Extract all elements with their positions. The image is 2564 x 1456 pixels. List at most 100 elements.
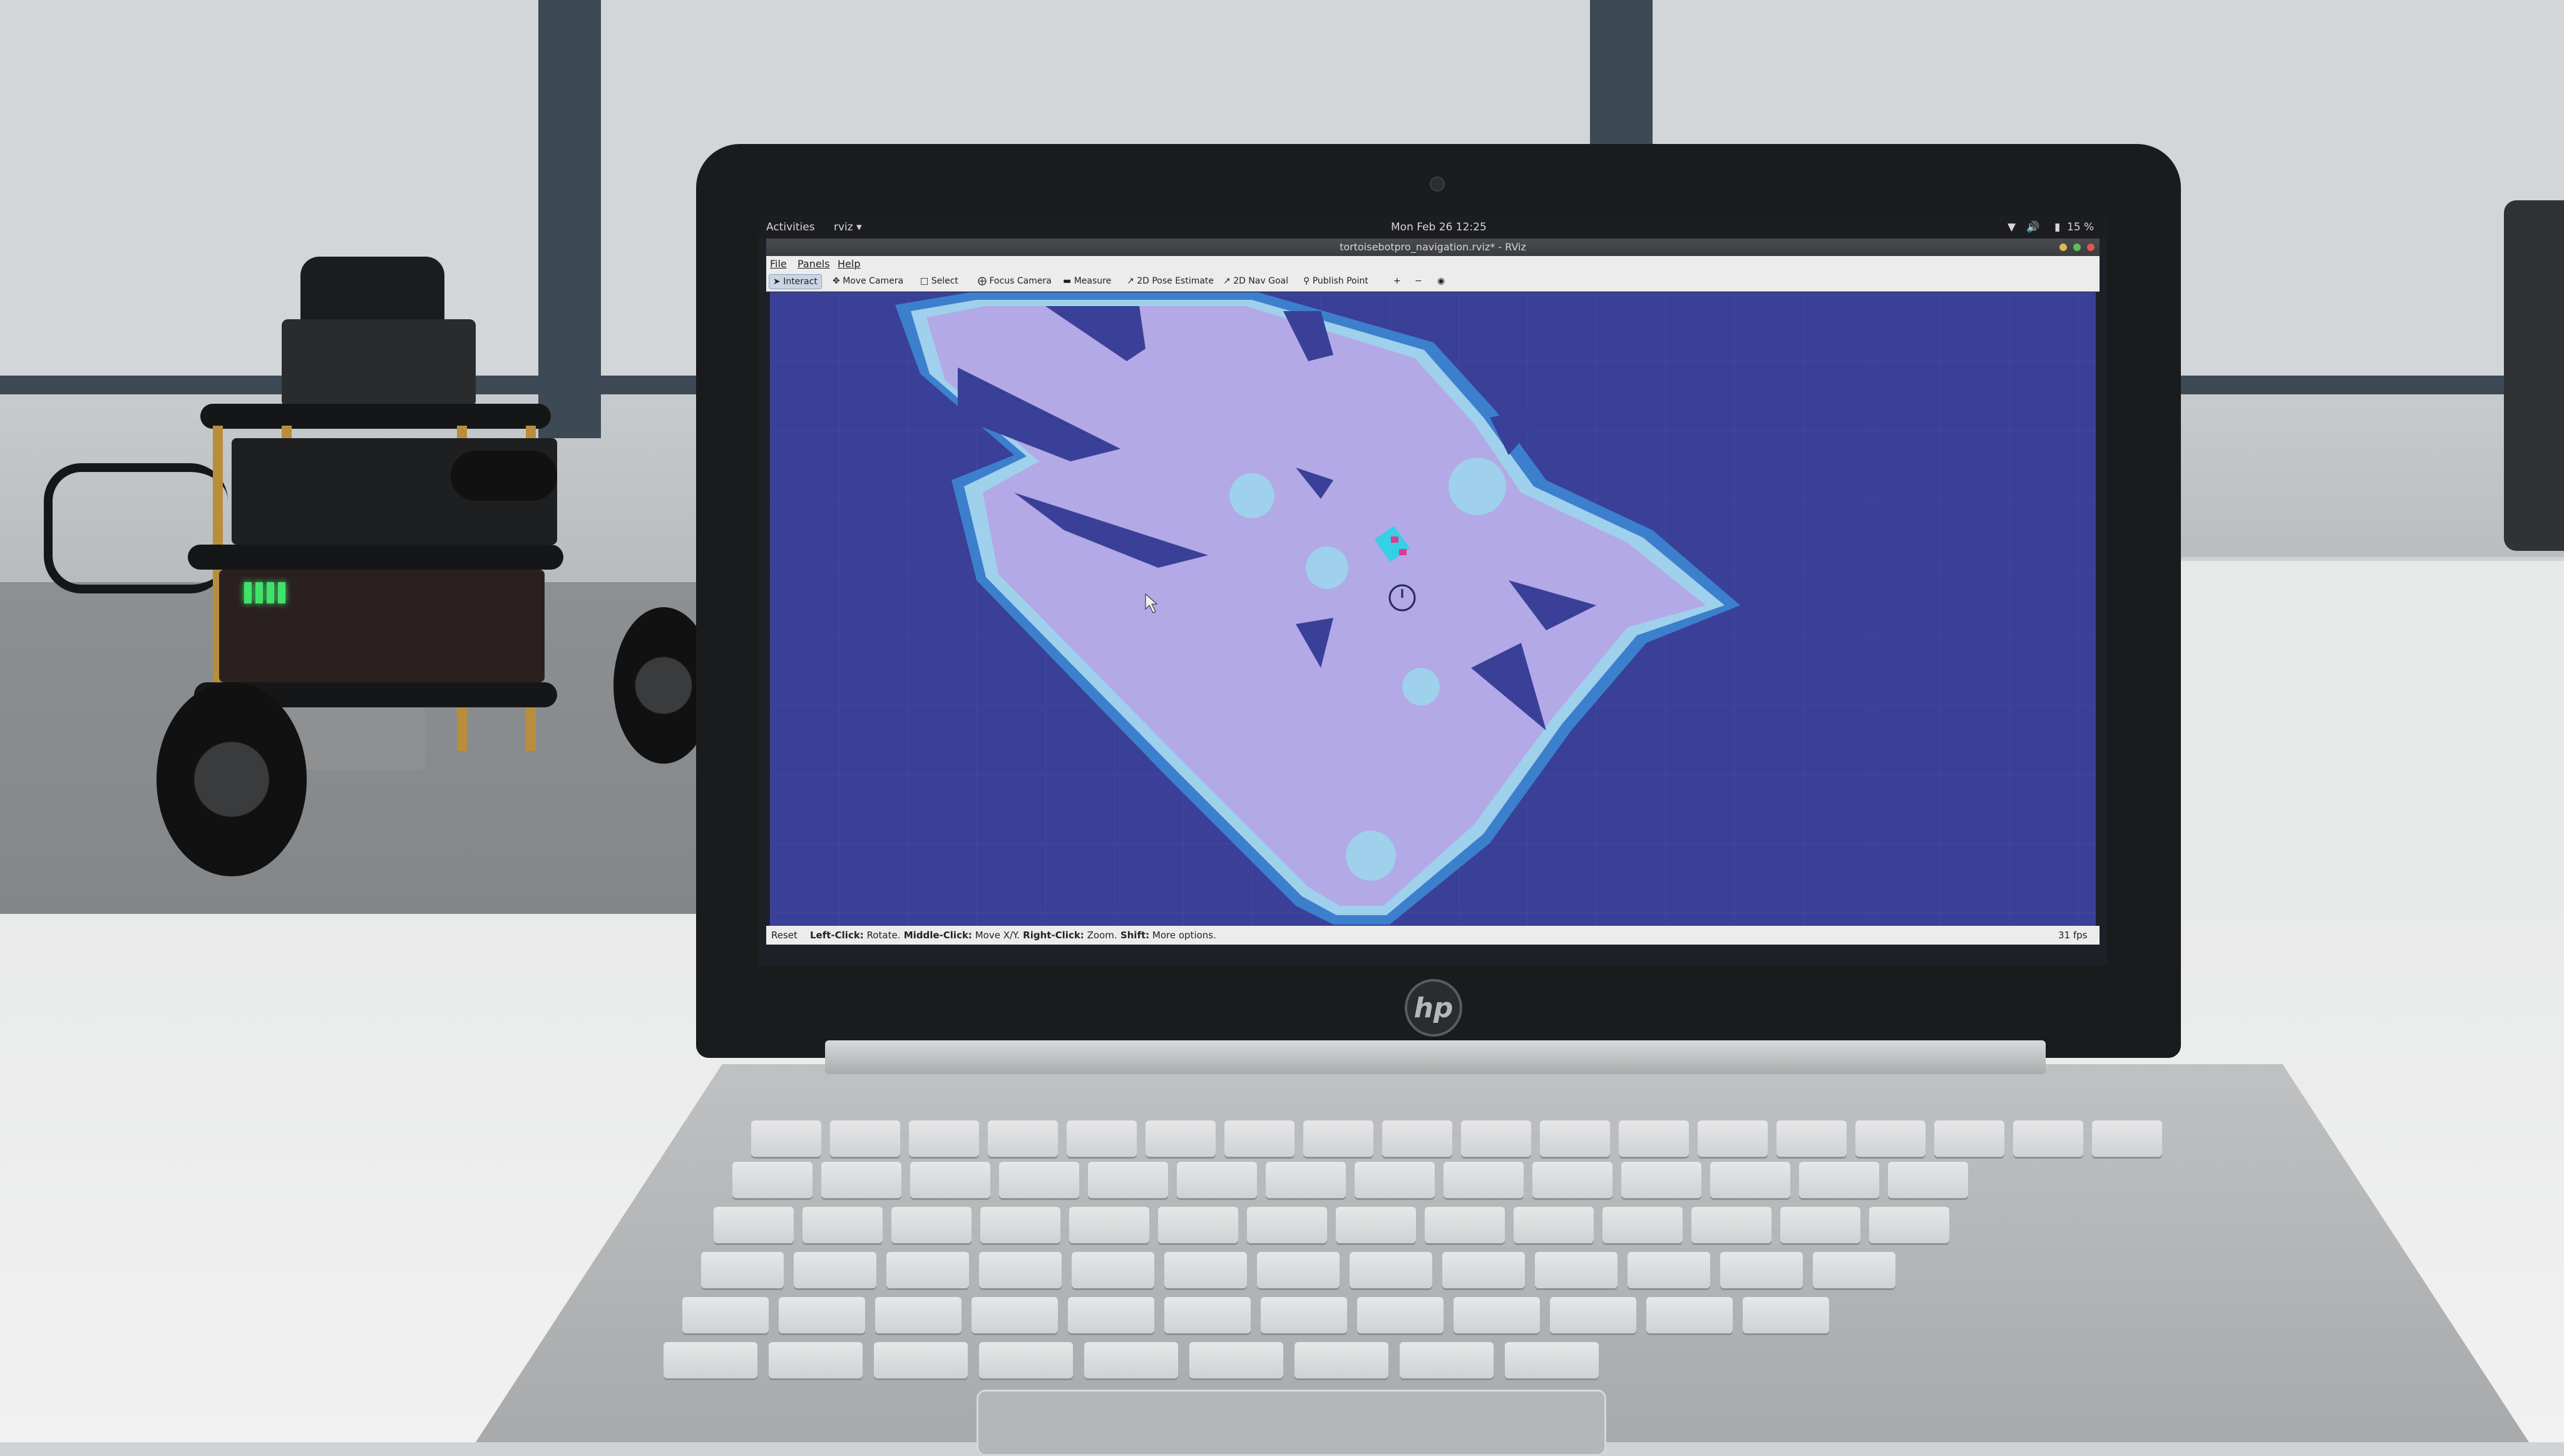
add-tool-button[interactable]: + — [1390, 274, 1405, 288]
ruler-icon: ▬ — [1063, 276, 1072, 286]
menu-panels[interactable]: Panels — [797, 258, 830, 270]
keyboard-key — [980, 1207, 1060, 1243]
keyboard-key — [1646, 1297, 1733, 1333]
robot-middle-plate — [188, 545, 563, 570]
activities-button[interactable]: Activities — [766, 221, 815, 233]
middle-click-action: Move X/Y. — [972, 930, 1020, 941]
keyboard-key — [1540, 1120, 1610, 1157]
select-tool[interactable]: □ Select — [916, 274, 962, 288]
keyboard-key — [1855, 1120, 1926, 1157]
keyboard-key — [979, 1342, 1073, 1378]
keyboard-key — [1799, 1162, 1879, 1198]
keyboard-key — [1621, 1162, 1701, 1198]
battery-level[interactable]: 15 % — [2067, 221, 2094, 233]
keyboard-key — [2092, 1120, 2162, 1157]
battery-icon[interactable]: ▮ — [2054, 221, 2060, 233]
clock[interactable]: Mon Feb 26 12:25 — [1391, 221, 1487, 233]
keyboard-key — [821, 1162, 901, 1198]
keyboard-key — [1247, 1207, 1327, 1243]
maximize-button[interactable] — [2073, 244, 2081, 251]
keyboard-key — [1780, 1207, 1860, 1243]
keyboard-key — [1535, 1252, 1618, 1288]
left-click-action: Rotate. — [863, 930, 901, 941]
robot-cable — [44, 463, 228, 593]
keyboard-key — [988, 1120, 1058, 1157]
keyboard-key — [1295, 1342, 1388, 1378]
keyboard-key — [910, 1162, 990, 1198]
minimize-button[interactable] — [2059, 244, 2067, 251]
keyboard-key — [1068, 1297, 1154, 1333]
robot-camera — [451, 451, 557, 501]
volume-icon[interactable]: 🔊 — [2026, 221, 2039, 233]
keyboard-key — [1454, 1297, 1540, 1333]
nav-goal-tool[interactable]: ↗ 2D Nav Goal — [1219, 274, 1292, 288]
keyboard-key — [1813, 1252, 1895, 1288]
laptop-hinge — [825, 1040, 2046, 1074]
eye-icon[interactable]: ◉ — [1433, 274, 1449, 288]
keyboard-key — [891, 1207, 972, 1243]
keyboard-key — [1425, 1207, 1505, 1243]
select-icon: □ — [920, 276, 929, 286]
reset-button[interactable]: Reset — [771, 930, 797, 941]
keyboard-key — [1698, 1120, 1768, 1157]
battery-indicator — [267, 582, 274, 603]
map-display[interactable] — [770, 292, 2096, 926]
battery-indicator — [278, 582, 285, 603]
keyboard-key — [701, 1252, 784, 1288]
keyboard-key — [1261, 1297, 1347, 1333]
focus-camera-tool[interactable]: ⨁ Focus Camera — [974, 274, 1055, 288]
keyboard-key — [1505, 1342, 1599, 1378]
measure-tool[interactable]: ▬ Measure — [1059, 274, 1115, 288]
app-menu[interactable]: rviz ▾ — [834, 221, 862, 233]
obstacle — [1402, 668, 1440, 705]
webcam-icon — [1430, 177, 1445, 192]
status-bar: Reset Left-Click: Rotate. Middle-Click: … — [766, 926, 2100, 945]
menu-file[interactable]: File — [770, 258, 787, 270]
remove-tool-button[interactable]: − — [1411, 274, 1426, 288]
keyboard-key — [1177, 1162, 1257, 1198]
publish-point-tool[interactable]: ⚲ Publish Point — [1300, 274, 1372, 288]
keyboard-key — [1350, 1252, 1432, 1288]
keyboard-key — [779, 1297, 865, 1333]
robot — [44, 250, 714, 889]
keyboard-key — [1146, 1120, 1216, 1157]
robot-top-plate — [200, 404, 551, 429]
interact-tool[interactable]: ➤ Interact — [769, 274, 822, 289]
shift-key: Shift: — [1117, 930, 1150, 941]
window-titlebar[interactable]: tortoisebotpro_navigation.rviz* - RViz — [766, 238, 2100, 256]
keyboard-key — [732, 1162, 813, 1198]
wifi-icon[interactable]: ▼ — [2008, 221, 2016, 233]
goal-arrow-icon: ↗ — [1223, 276, 1231, 286]
3d-viewport[interactable] — [770, 292, 2096, 926]
keyboard-key — [1777, 1120, 1847, 1157]
interact-label: Interact — [783, 277, 818, 287]
keyboard-key — [1072, 1252, 1154, 1288]
keyboard-key — [1442, 1252, 1525, 1288]
publish-point-label: Publish Point — [1312, 276, 1368, 286]
keyboard-key — [1303, 1120, 1373, 1157]
fps-counter: 31 fps — [2058, 930, 2088, 941]
lidar-sensor — [300, 257, 444, 326]
keyboard-key — [1691, 1207, 1772, 1243]
keyboard-key — [714, 1207, 794, 1243]
obstacle — [1449, 458, 1506, 515]
keyboard-key — [886, 1252, 969, 1288]
keyboard-key — [1257, 1252, 1340, 1288]
select-label: Select — [931, 276, 958, 286]
keyboard-key — [1088, 1162, 1168, 1198]
wall-divider — [1590, 0, 1653, 150]
keyboard-key — [2013, 1120, 2083, 1157]
pose-estimate-label: 2D Pose Estimate — [1137, 276, 1214, 286]
measure-label: Measure — [1074, 276, 1112, 286]
move-camera-tool[interactable]: ✥ Move Camera — [829, 274, 907, 288]
obstacle — [1229, 473, 1274, 518]
keyboard-key — [1069, 1207, 1149, 1243]
pose-estimate-tool[interactable]: ↗ 2D Pose Estimate — [1123, 274, 1218, 288]
keyboard-key — [1461, 1120, 1531, 1157]
close-button[interactable] — [2087, 244, 2095, 251]
nav-goal-label: 2D Nav Goal — [1233, 276, 1288, 286]
keyboard-key — [1266, 1162, 1346, 1198]
pin-icon: ⚲ — [1303, 276, 1310, 286]
battery-indicator — [244, 582, 252, 603]
menu-help[interactable]: Help — [838, 258, 860, 270]
